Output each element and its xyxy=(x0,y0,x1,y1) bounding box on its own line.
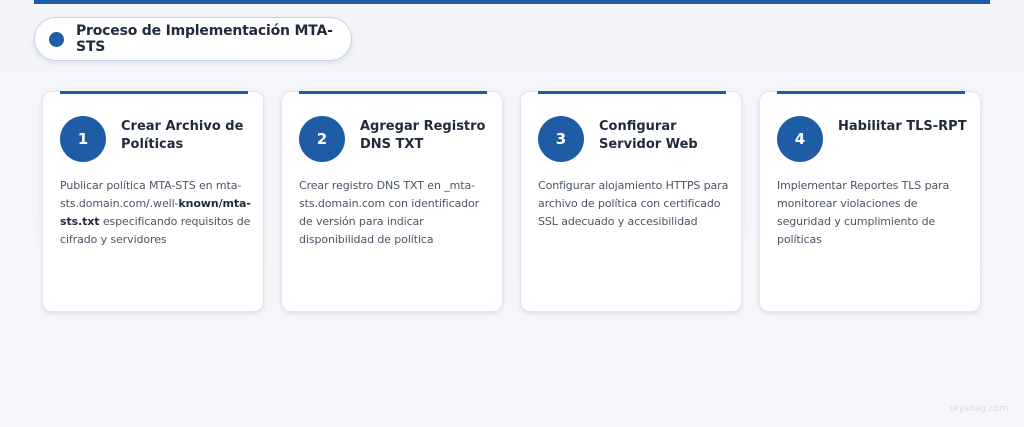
top-accent-bar xyxy=(34,0,990,4)
section-title: Proceso de Implementación MTA-STS xyxy=(76,23,333,55)
section-header: Proceso de Implementación MTA-STS xyxy=(34,17,352,61)
step-description: Publicar política MTA-STS en mta-sts.dom… xyxy=(60,177,252,249)
watermark: skysnag.com xyxy=(949,404,1008,414)
step-card-4: 4 Habilitar TLS-RPT Implementar Reportes… xyxy=(759,91,981,312)
card-accent-bar xyxy=(538,91,726,94)
step-number-badge: 3 xyxy=(538,116,584,162)
step-title: Agregar Registro DNS TXT xyxy=(360,119,486,152)
card-accent-bar xyxy=(299,91,487,94)
step-number-badge: 1 xyxy=(60,116,106,162)
step-description: Crear registro DNS TXT en _mta-sts.domai… xyxy=(299,179,480,246)
step-card-2: 2 Agregar Registro DNS TXT Crear registr… xyxy=(281,91,503,312)
step-title: Crear Archivo de Políticas xyxy=(121,119,244,152)
step-card-3: 3 Configurar Servidor Web Configurar alo… xyxy=(520,91,742,312)
step-number-badge: 4 xyxy=(777,116,823,162)
step-description: Implementar Reportes TLS para monitorear… xyxy=(777,179,950,246)
bullet-dot-icon xyxy=(49,31,64,47)
step-description: Configurar alojamiento HTTPS para archiv… xyxy=(538,179,729,228)
step-title: Configurar Servidor Web xyxy=(599,119,698,152)
step-number-badge: 2 xyxy=(299,116,345,162)
step-title: Habilitar TLS-RPT xyxy=(838,119,967,134)
card-accent-bar xyxy=(777,91,965,94)
step-card-1: 1 Crear Archivo de Políticas Publicar po… xyxy=(42,91,264,312)
card-accent-bar xyxy=(60,91,248,94)
